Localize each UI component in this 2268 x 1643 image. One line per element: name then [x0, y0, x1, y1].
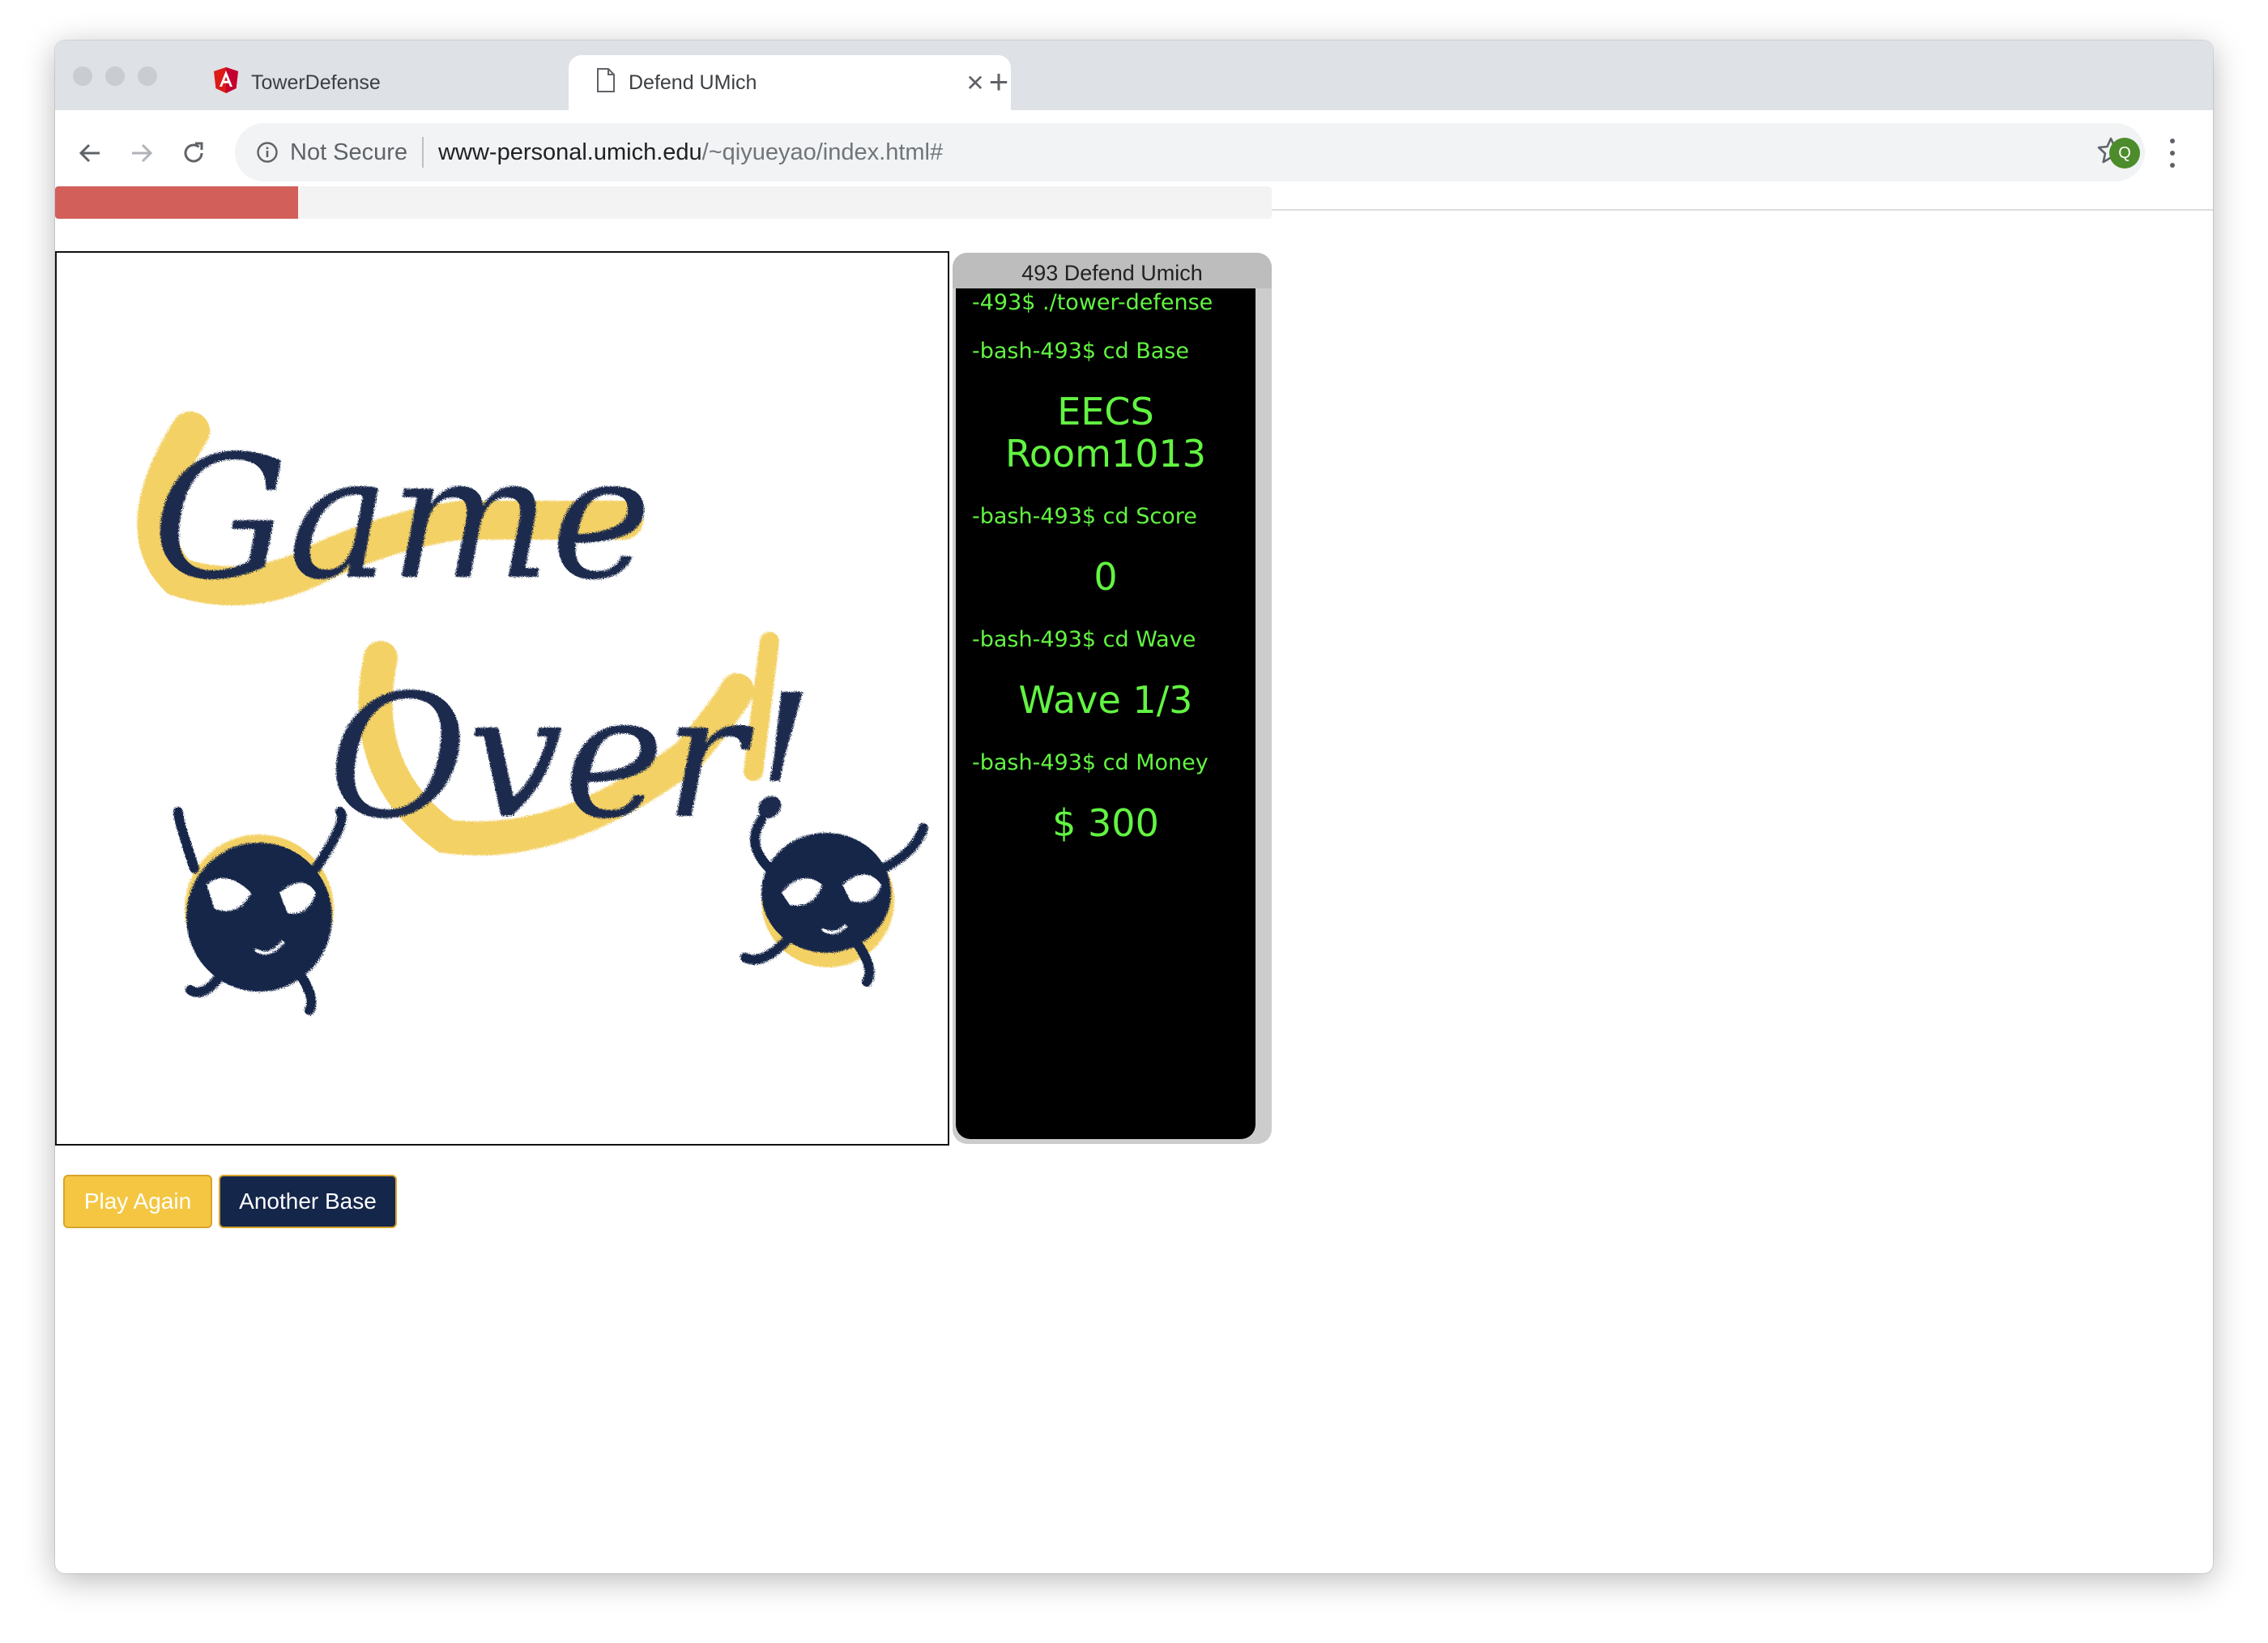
tab-title: Defend UMich	[629, 70, 757, 94]
game-over-text: Game Over!	[152, 419, 814, 856]
page-icon	[596, 67, 616, 98]
money-value: $ 300	[1052, 801, 1159, 845]
window-close-dot[interactable]	[73, 66, 92, 86]
score-value: 0	[1094, 555, 1118, 599]
new-tab-icon[interactable]: +	[978, 62, 1019, 102]
browser-window: TowerDefense ✕ Defend UMich ✕ +	[55, 41, 2213, 1573]
url-path: /~qiyueyao/index.html#	[701, 139, 944, 165]
terminal-line: -493$ ./tower-defense	[972, 290, 1213, 315]
game-over-line-1: Game	[152, 419, 651, 617]
terminal-body: -493$ ./tower-defense -bash-493$ cd Base…	[956, 288, 1256, 1139]
game-over-line-2: Over!	[328, 658, 814, 856]
play-again-button[interactable]: Play Again	[63, 1175, 212, 1228]
progress-fill	[55, 186, 299, 219]
window-zoom-dot[interactable]	[138, 66, 157, 86]
back-arrow-icon[interactable]	[70, 133, 110, 173]
game-canvas[interactable]: Game Over!	[55, 251, 949, 1146]
address-separator	[422, 137, 424, 168]
base-name-line-2: Room1013	[1004, 432, 1207, 476]
browser-menu-icon[interactable]	[2164, 134, 2181, 172]
game-over-illustration: Game Over!	[137, 412, 928, 1015]
angular-icon	[214, 66, 238, 99]
url-host: www-personal.umich.edu	[438, 139, 702, 165]
info-icon	[257, 142, 278, 163]
base-name-line-1: EECS	[1057, 390, 1154, 433]
wave-value: Wave 1/3	[1018, 678, 1193, 722]
tab-strip: TowerDefense ✕ Defend UMich ✕ +	[55, 41, 2213, 110]
tab-title: TowerDefense	[251, 70, 381, 94]
health-progress-bar	[55, 186, 1272, 219]
status-terminal: 493 Defend Umich -493$ ./tower-defense -…	[953, 253, 1272, 1144]
window-minimize-dot[interactable]	[105, 66, 125, 86]
url-text[interactable]: www-personal.umich.edu/~qiyueyao/index.h…	[438, 139, 943, 166]
reload-icon[interactable]	[173, 133, 214, 173]
terminal-line: -bash-493$ cd Base	[972, 339, 1189, 364]
site-info-button[interactable]: Not Secure	[256, 139, 407, 166]
forward-arrow-icon[interactable]	[122, 133, 162, 173]
another-base-button[interactable]: Another Base	[219, 1175, 397, 1228]
security-label: Not Secure	[290, 139, 408, 165]
terminal-line: -bash-493$ cd Wave	[972, 627, 1196, 652]
tab-towerdefense[interactable]: TowerDefense ✕	[186, 55, 624, 110]
terminal-title: 493 Defend Umich	[953, 253, 1272, 288]
terminal-line: -bash-493$ cd Money	[972, 750, 1209, 775]
profile-avatar[interactable]: Q	[2109, 138, 2140, 169]
address-bar[interactable]: Not Secure www-personal.umich.edu/~qiyue…	[235, 123, 2145, 181]
tab-defend-umich[interactable]: Defend UMich ✕	[569, 55, 1011, 110]
terminal-line: -bash-493$ cd Score	[972, 504, 1197, 529]
